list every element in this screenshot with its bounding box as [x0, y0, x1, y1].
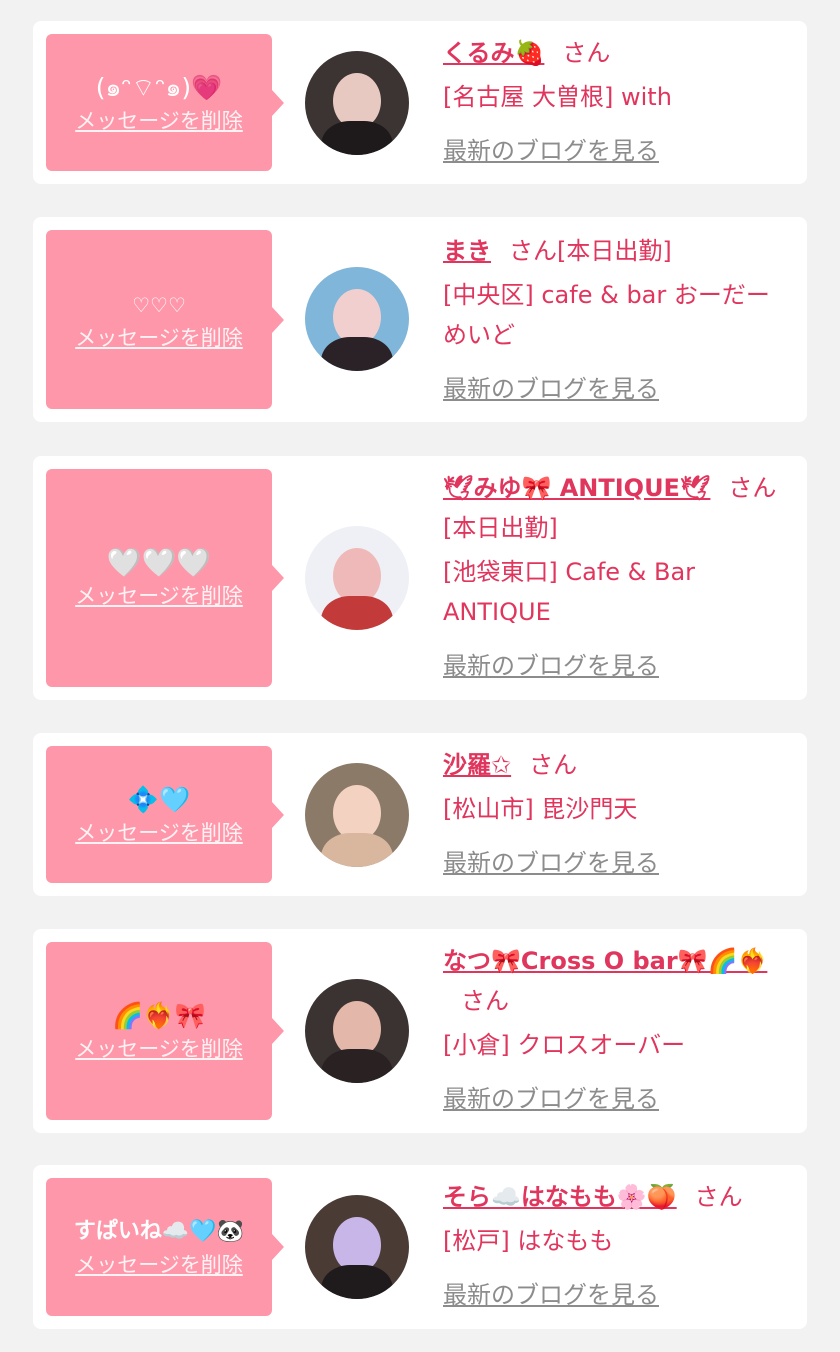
profile-info: そら☁️はなもも🌸🍑 さん [松戸] はなもも 最新のブログを見る	[443, 1177, 789, 1315]
message-bubble: 🤍🤍🤍 メッセージを削除	[46, 469, 284, 687]
profile-name-link[interactable]: くるみ🍓	[443, 39, 544, 67]
profile-name-link[interactable]: 🕊みゆ🎀 ANTIQUE🕊	[443, 474, 710, 502]
profile-name-link[interactable]: なつ🎀Cross O bar🎀🌈❤️‍🔥	[443, 947, 767, 975]
avatar[interactable]	[305, 526, 409, 630]
shop-label: [池袋東口] Cafe & Bar ANTIQUE	[443, 558, 696, 626]
delete-message-link[interactable]: メッセージを削除	[75, 1250, 243, 1280]
latest-blog-link[interactable]: 最新のブログを見る	[443, 1079, 789, 1119]
honorific: さん	[509, 237, 557, 265]
honorific: さん	[562, 39, 611, 67]
message-bubble: 🌈❤️‍🔥🎀 メッセージを削除	[46, 942, 284, 1120]
message-card: 🌈❤️‍🔥🎀 メッセージを削除 なつ🎀Cross O bar🎀🌈❤️‍🔥 さん […	[33, 929, 807, 1133]
shop-label: [小倉] クロスオーバー	[443, 1031, 686, 1059]
avatar[interactable]	[305, 51, 409, 155]
message-card: (๑ᵔ⌔ᵔ๑)💗 メッセージを削除 くるみ🍓 さん [名古屋 大曽根] with …	[33, 21, 807, 184]
message-card: ♡♡♡ メッセージを削除 まき さん[本日出勤] [中央区] cafe & bar…	[33, 217, 807, 422]
message-text: 🌈❤️‍🔥🎀	[112, 1001, 206, 1030]
status-label: [本日出勤]	[443, 514, 558, 542]
profile-info: 🕊みゆ🎀 ANTIQUE🕊 さん [本日出勤] [池袋東口] Cafe & Bar …	[443, 468, 789, 686]
profile-info: くるみ🍓 さん [名古屋 大曽根] with 最新のブログを見る	[443, 33, 789, 171]
message-card: 💠🩵 メッセージを削除 沙羅✩ さん [松山市] 毘沙門天 最新のブログを見る	[33, 733, 807, 896]
profile-name-link[interactable]: そら☁️はなもも🌸🍑	[443, 1183, 677, 1211]
profile-info: なつ🎀Cross O bar🎀🌈❤️‍🔥 さん [小倉] クロスオーバー 最新のブ…	[443, 941, 789, 1119]
message-bubble: ♡♡♡ メッセージを削除	[46, 230, 284, 409]
message-text: (๑ᵔ⌔ᵔ๑)💗	[95, 72, 223, 102]
latest-blog-link[interactable]: 最新のブログを見る	[443, 1275, 789, 1315]
latest-blog-link[interactable]: 最新のブログを見る	[443, 843, 789, 883]
delete-message-link[interactable]: メッセージを削除	[75, 818, 243, 848]
profile-name-link[interactable]: 沙羅✩	[443, 751, 511, 779]
delete-message-link[interactable]: メッセージを削除	[75, 106, 243, 136]
message-card: 🤍🤍🤍 メッセージを削除 🕊みゆ🎀 ANTIQUE🕊 さん [本日出勤] [池袋東口…	[33, 456, 807, 700]
profile-info: 沙羅✩ さん [松山市] 毘沙門天 最新のブログを見る	[443, 745, 789, 883]
profile-info: まき さん[本日出勤] [中央区] cafe & bar おーだーめいど 最新のブ…	[443, 231, 789, 409]
honorific: さん	[694, 1183, 743, 1211]
avatar[interactable]	[305, 267, 409, 371]
honorific: さん	[461, 987, 509, 1015]
honorific: さん	[529, 751, 578, 779]
delete-message-link[interactable]: メッセージを削除	[75, 1034, 243, 1064]
delete-message-link[interactable]: メッセージを削除	[75, 581, 243, 611]
honorific: さん	[728, 474, 777, 502]
avatar[interactable]	[305, 763, 409, 867]
shop-label: [松山市] 毘沙門天	[443, 795, 638, 823]
shop-label: [名古屋 大曽根] with	[443, 83, 672, 111]
message-card: すぱいね☁️🩵🐼 メッセージを削除 そら☁️はなもも🌸🍑 さん [松戸] はなもも…	[33, 1165, 807, 1329]
message-text: ♡♡♡	[132, 292, 186, 317]
avatar[interactable]	[305, 979, 409, 1083]
shop-label: [松戸] はなもも	[443, 1227, 614, 1255]
profile-name-link[interactable]: まき	[443, 237, 491, 265]
message-bubble: (๑ᵔ⌔ᵔ๑)💗 メッセージを削除	[46, 34, 284, 171]
message-bubble: 💠🩵 メッセージを削除	[46, 746, 284, 883]
latest-blog-link[interactable]: 最新のブログを見る	[443, 646, 789, 686]
latest-blog-link[interactable]: 最新のブログを見る	[443, 131, 789, 171]
message-text: すぱいね☁️🩵🐼	[73, 1219, 245, 1244]
message-text: 💠🩵	[127, 784, 191, 814]
message-text: 🤍🤍🤍	[106, 546, 212, 579]
avatar[interactable]	[305, 1195, 409, 1299]
latest-blog-link[interactable]: 最新のブログを見る	[443, 369, 789, 409]
shop-label: [中央区] cafe & bar おーだーめいど	[443, 281, 770, 349]
status-label: [本日出勤]	[557, 237, 672, 265]
message-bubble: すぱいね☁️🩵🐼 メッセージを削除	[46, 1178, 284, 1316]
delete-message-link[interactable]: メッセージを削除	[75, 323, 243, 353]
